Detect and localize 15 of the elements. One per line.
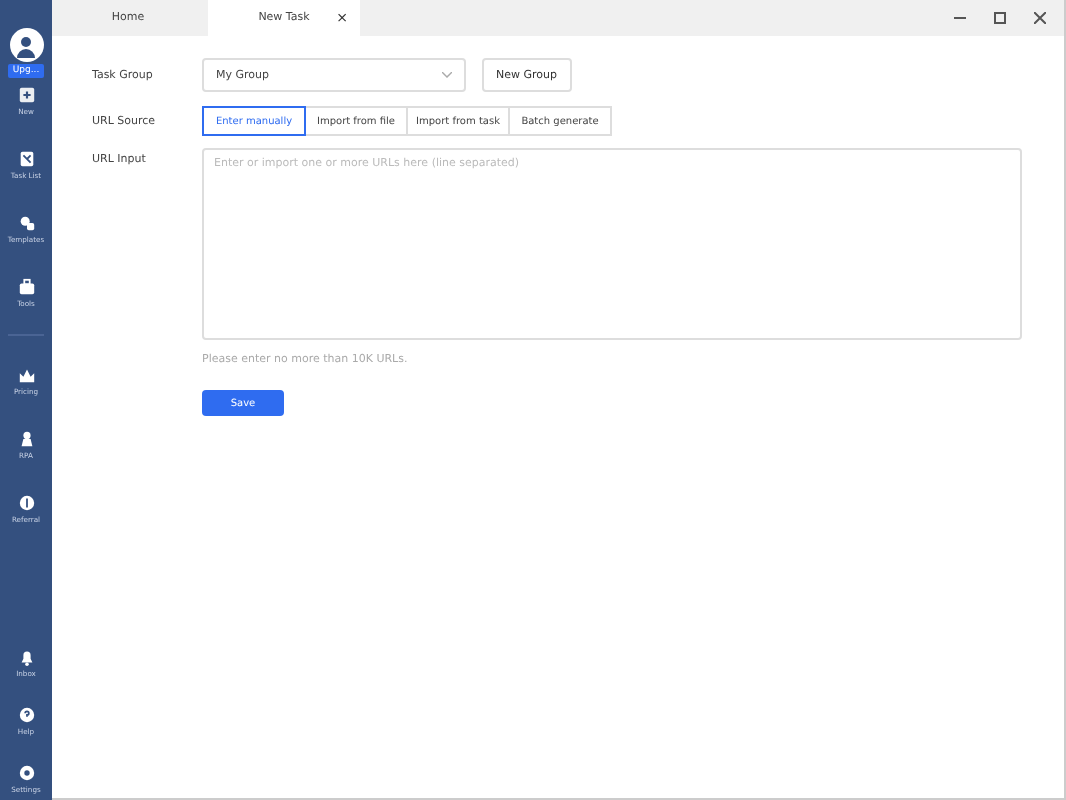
sidebar-icon — [17, 86, 35, 104]
sidebar-icon — [17, 214, 35, 232]
sidebar-icon — [17, 366, 35, 384]
caret-icon — [442, 72, 452, 78]
avatar[interactable] — [9, 28, 43, 62]
close-icon[interactable] — [1034, 12, 1046, 24]
sidebar-icon — [17, 648, 35, 666]
maximize-icon[interactable] — [994, 12, 1006, 24]
sidebar-icon — [17, 706, 35, 724]
sidebar-icon — [17, 494, 35, 512]
sidebar-icon — [17, 764, 35, 782]
sidebar-icon — [17, 278, 35, 296]
sidebar-icon — [17, 150, 35, 168]
sidebar-icon — [17, 430, 35, 448]
minimize-icon[interactable] — [954, 12, 966, 24]
